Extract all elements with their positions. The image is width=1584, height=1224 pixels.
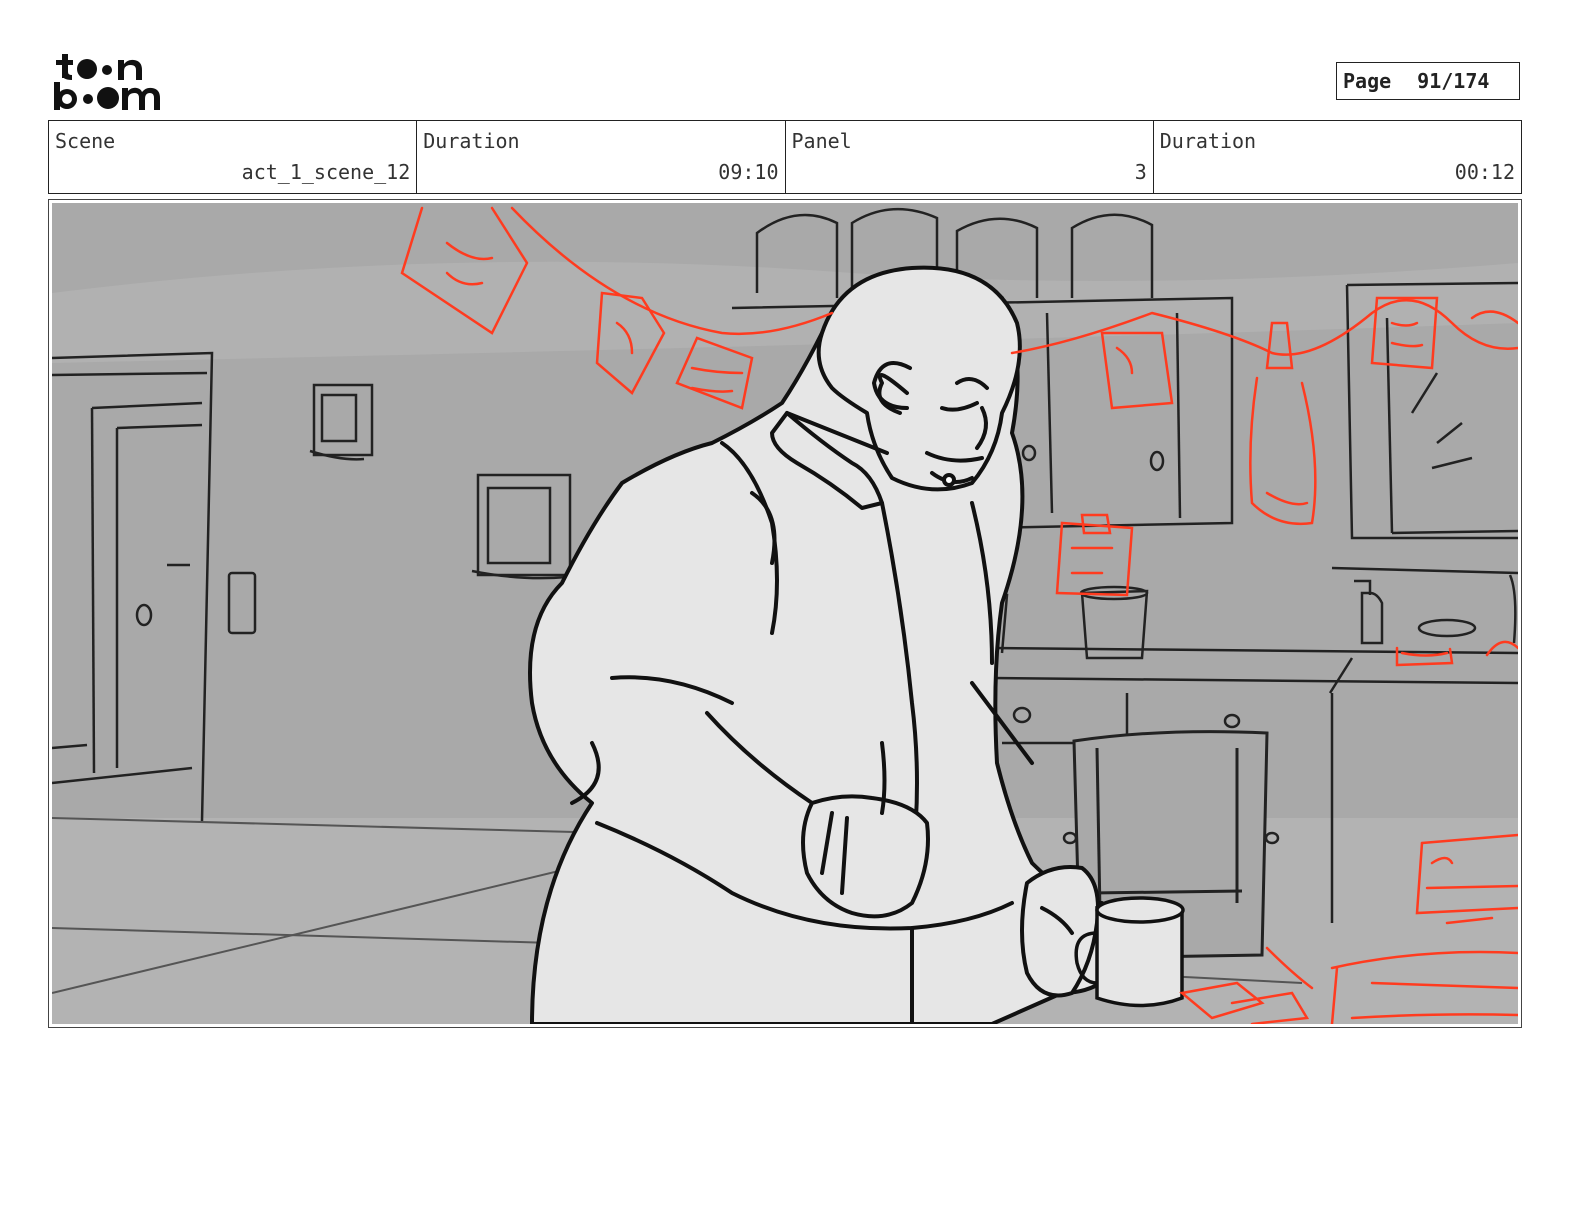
- page-number: 91/174: [1417, 69, 1490, 93]
- panel-drawing: [52, 203, 1518, 1024]
- storyboard-panel: [48, 199, 1522, 1028]
- scene-label: Scene: [55, 129, 116, 153]
- panel-duration-label: Duration: [1159, 129, 1257, 153]
- scene-duration-cell: Duration 09:10: [417, 121, 786, 193]
- scene-duration-value: 09:10: [718, 160, 779, 184]
- toonboom-logo: [52, 52, 164, 112]
- panel-label: Panel: [791, 129, 852, 153]
- scene-value: act_1_scene_12: [241, 160, 411, 184]
- page-indicator: Page 91/174: [1336, 62, 1520, 100]
- panel-duration-cell: Duration 00:12: [1154, 121, 1521, 193]
- scene-cell: Scene act_1_scene_12: [49, 121, 418, 193]
- scene-duration-label: Duration: [423, 129, 520, 153]
- panel-value: 3: [1134, 160, 1147, 184]
- panel-duration-value: 00:12: [1454, 160, 1515, 184]
- panel-cell: Panel 3: [786, 121, 1154, 193]
- scene-info-table: Scene act_1_scene_12 Duration 09:10 Pane…: [48, 120, 1522, 194]
- page-label: Page: [1343, 69, 1392, 93]
